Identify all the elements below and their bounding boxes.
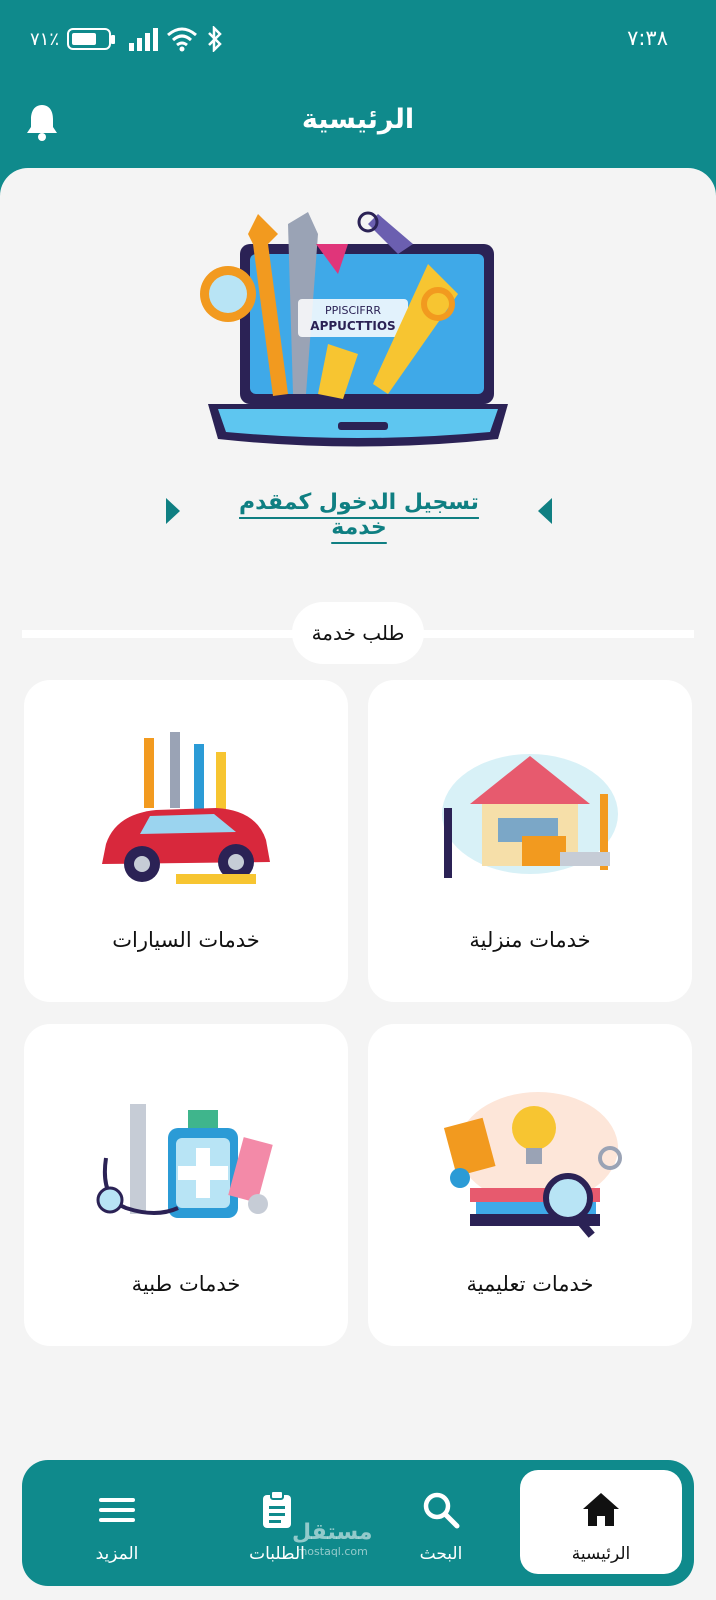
hero-text-line1: PPISCIFRR bbox=[325, 304, 381, 317]
nav-label: البحث bbox=[419, 1544, 463, 1564]
nav-label: الرئيسية bbox=[571, 1544, 631, 1564]
battery-percent: ٧١٪ bbox=[30, 28, 60, 50]
hero-illustration: PPISCIFRR APPUCTTIOS bbox=[200, 211, 508, 447]
service-label: خدمات تعليمية bbox=[466, 1272, 594, 1296]
bluetooth-icon bbox=[208, 26, 222, 52]
nav-item-more[interactable]: المزيد bbox=[42, 1460, 192, 1586]
nav-item-search[interactable]: البحث bbox=[366, 1460, 516, 1586]
wifi-icon bbox=[167, 27, 197, 52]
main-content: PPISCIFRR APPUCTTIOS تسجيل الدخول كمقدم … bbox=[0, 168, 716, 1350]
battery-icon bbox=[67, 28, 116, 50]
login-row: تسجيل الدخول كمقدم خدمة bbox=[0, 490, 716, 540]
watermark-sub: mostaql.com bbox=[296, 1545, 368, 1558]
watermark: مستقل mostaql.com bbox=[292, 1520, 372, 1558]
status-time: ٧:٣٨ bbox=[627, 26, 668, 50]
service-label: خدمات السيارات bbox=[112, 928, 260, 952]
hero-text-line2: APPUCTTIOS bbox=[310, 319, 395, 333]
service-label: خدمات طبية bbox=[131, 1272, 241, 1296]
home-icon bbox=[583, 1493, 619, 1526]
nav-label: المزيد bbox=[95, 1544, 139, 1564]
medical-illustration bbox=[96, 1104, 273, 1218]
education-illustration bbox=[443, 1092, 622, 1238]
caret-right-icon[interactable] bbox=[166, 498, 180, 524]
signal-icon bbox=[129, 27, 159, 51]
service-card-home[interactable]: خدمات منزلية bbox=[368, 680, 692, 1002]
section-title: طلب خدمة bbox=[292, 602, 424, 664]
page-title: الرئيسية bbox=[301, 104, 415, 135]
service-card-education[interactable]: خدمات تعليمية bbox=[368, 1024, 692, 1346]
service-label: خدمات منزلية bbox=[469, 928, 591, 952]
home-tools-illustration bbox=[442, 754, 618, 878]
nav-item-home[interactable]: الرئيسية bbox=[520, 1470, 682, 1574]
service-card-cars[interactable]: خدمات السيارات bbox=[24, 680, 348, 1002]
provider-login-link[interactable]: تسجيل الدخول كمقدم خدمة bbox=[222, 490, 496, 540]
status-bar: ٧١٪ ٧:٣٨ bbox=[0, 0, 716, 86]
search-icon bbox=[423, 1492, 460, 1529]
caret-left-icon[interactable] bbox=[538, 498, 552, 524]
app-header: الرئيسية bbox=[0, 86, 716, 170]
menu-icon bbox=[99, 1498, 135, 1522]
service-card-medical[interactable]: خدمات طبية bbox=[24, 1024, 348, 1346]
watermark-main: مستقل bbox=[292, 1520, 373, 1545]
status-indicators: ٧١٪ bbox=[30, 26, 224, 52]
car-tools-illustration bbox=[102, 732, 270, 884]
clipboard-icon bbox=[263, 1490, 291, 1528]
